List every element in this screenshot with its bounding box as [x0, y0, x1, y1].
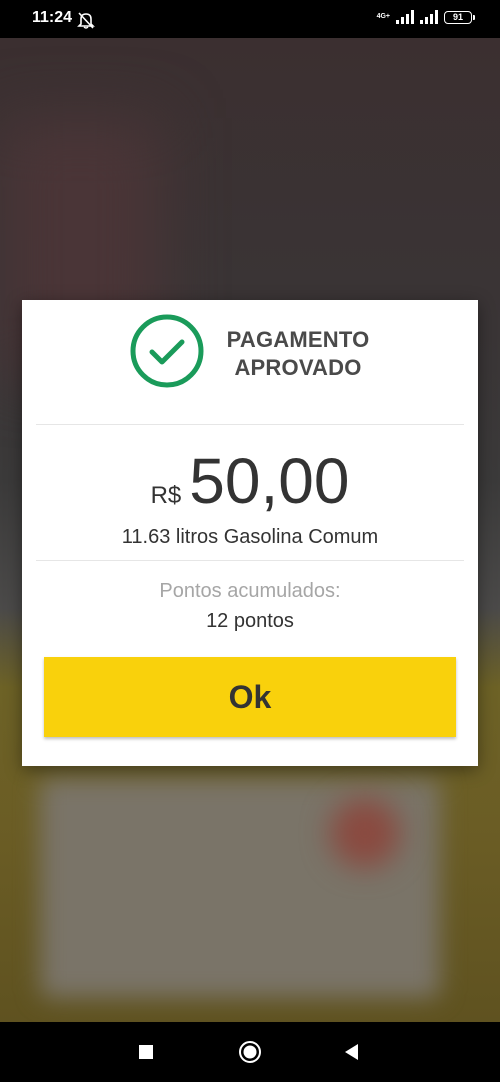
fuel-description: 11.63 litros Gasolina Comum	[121, 526, 379, 548]
check-circle-icon	[130, 314, 204, 388]
dialog-title: PAGAMENTO APROVADO	[218, 326, 378, 382]
payment-approved-dialog: PAGAMENTO APROVADO R$ 50,00 11.63 litros …	[22, 300, 478, 766]
status-icons: 4G+ 91	[376, 10, 475, 24]
ok-button[interactable]: Ok	[44, 657, 456, 737]
recents-square-icon[interactable]	[134, 1040, 158, 1064]
divider	[36, 424, 464, 425]
home-circle-icon[interactable]	[238, 1040, 262, 1064]
divider	[36, 560, 464, 561]
alarm-off-icon	[77, 12, 95, 29]
network-type-label: 4G+	[376, 13, 390, 20]
payment-amount: 50,00	[189, 445, 350, 517]
signal-icon	[396, 10, 414, 24]
status-time: 11:24	[32, 9, 73, 26]
back-triangle-icon[interactable]	[340, 1040, 364, 1064]
status-bar: 11:24 4G+ 91	[0, 0, 500, 38]
dialog-header: PAGAMENTO APROVADO	[22, 314, 478, 390]
background-shape	[330, 798, 400, 868]
points-label: Pontos acumulados:	[159, 580, 341, 602]
navigation-bar	[0, 1022, 500, 1082]
currency-symbol: R$	[150, 482, 182, 509]
points-value: 12 pontos	[206, 610, 294, 632]
battery-icon: 91	[444, 10, 475, 24]
dialog-title-line1: PAGAMENTO	[226, 327, 370, 352]
dialog-title-line2: APROVADO	[234, 355, 362, 380]
battery-level: 91	[452, 11, 463, 22]
amount-row: R$ 50,00	[22, 446, 478, 516]
signal-icon	[420, 10, 438, 24]
